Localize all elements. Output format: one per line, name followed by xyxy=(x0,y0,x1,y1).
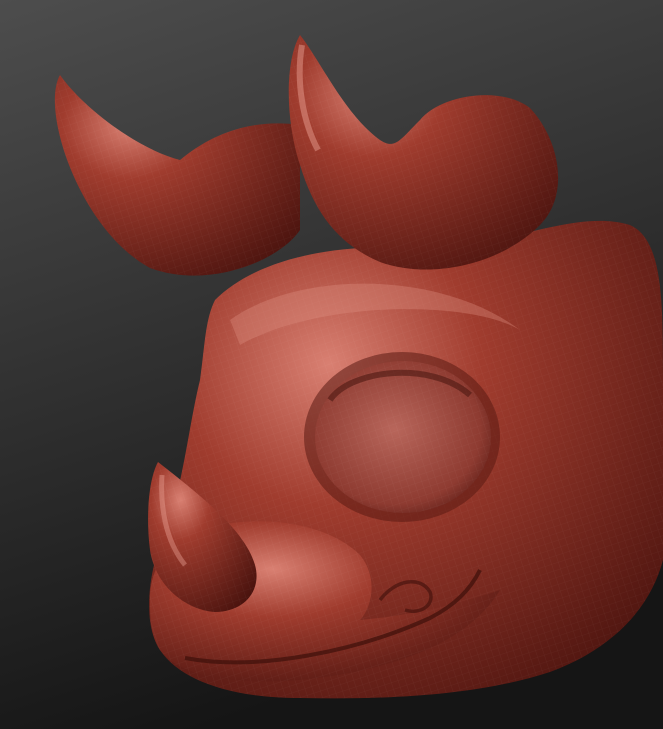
eye-socket xyxy=(304,352,500,522)
sculpt-viewport[interactable] xyxy=(0,0,663,729)
sculpt-canvas[interactable] xyxy=(0,0,663,729)
